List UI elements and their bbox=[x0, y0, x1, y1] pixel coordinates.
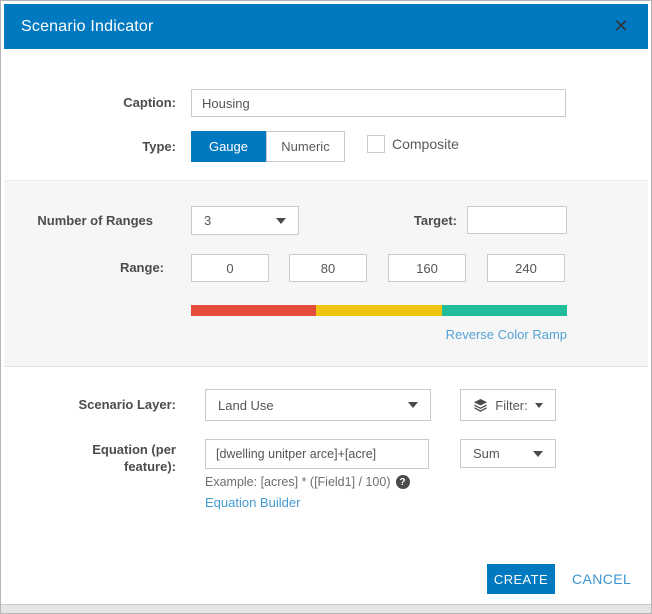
layers-icon bbox=[473, 398, 488, 413]
number-of-ranges-label: Number of Ranges bbox=[1, 206, 153, 235]
dialog-header: Scenario Indicator ✕ bbox=[4, 4, 648, 49]
equation-input[interactable] bbox=[205, 439, 429, 469]
caption-label: Caption: bbox=[1, 89, 176, 117]
scenario-layer-select[interactable]: Land Use bbox=[205, 389, 431, 421]
ramp-segment-green bbox=[442, 305, 567, 316]
scenario-layer-value: Land Use bbox=[206, 398, 408, 413]
reverse-color-ramp-link[interactable]: Reverse Color Ramp bbox=[381, 327, 567, 342]
range-input-4[interactable] bbox=[487, 254, 565, 282]
ramp-segment-yellow bbox=[316, 305, 441, 316]
chevron-down-icon bbox=[533, 451, 543, 457]
help-icon[interactable]: ? bbox=[396, 475, 410, 489]
dialog-bottom-strip bbox=[1, 604, 651, 613]
type-numeric-button[interactable]: Numeric bbox=[266, 131, 345, 162]
scenario-layer-label: Scenario Layer: bbox=[1, 389, 176, 421]
filter-label: Filter: bbox=[495, 398, 528, 413]
chevron-down-icon bbox=[535, 403, 543, 408]
aggregate-select[interactable]: Sum bbox=[460, 439, 556, 468]
range-input-2[interactable] bbox=[289, 254, 367, 282]
scenario-indicator-dialog: Scenario Indicator ✕ Caption: Type: Gaug… bbox=[0, 0, 652, 614]
number-of-ranges-value: 3 bbox=[192, 213, 276, 228]
target-label: Target: bbox=[282, 206, 457, 235]
color-ramp bbox=[191, 305, 567, 316]
range-input-1[interactable] bbox=[191, 254, 269, 282]
type-gauge-button[interactable]: Gauge bbox=[191, 131, 266, 162]
cancel-button[interactable]: CANCEL bbox=[572, 564, 631, 594]
target-input[interactable] bbox=[467, 206, 567, 234]
equation-example: Example: [acres] * ([Field1] / 100) ? bbox=[205, 475, 410, 489]
type-label: Type: bbox=[1, 131, 176, 162]
dialog-title: Scenario Indicator bbox=[21, 18, 154, 36]
chevron-down-icon bbox=[408, 402, 418, 408]
ramp-segment-red bbox=[191, 305, 316, 316]
composite-label: Composite bbox=[392, 131, 459, 158]
equation-builder-link[interactable]: Equation Builder bbox=[205, 495, 300, 510]
equation-label: Equation (per feature): bbox=[1, 441, 176, 475]
filter-button[interactable]: Filter: bbox=[460, 389, 556, 421]
close-icon[interactable]: ✕ bbox=[606, 4, 636, 49]
range-label: Range: bbox=[1, 254, 164, 282]
caption-input[interactable] bbox=[191, 89, 566, 117]
composite-checkbox[interactable] bbox=[367, 135, 385, 153]
range-input-3[interactable] bbox=[388, 254, 466, 282]
aggregate-value: Sum bbox=[461, 446, 533, 461]
create-button[interactable]: CREATE bbox=[487, 564, 555, 594]
